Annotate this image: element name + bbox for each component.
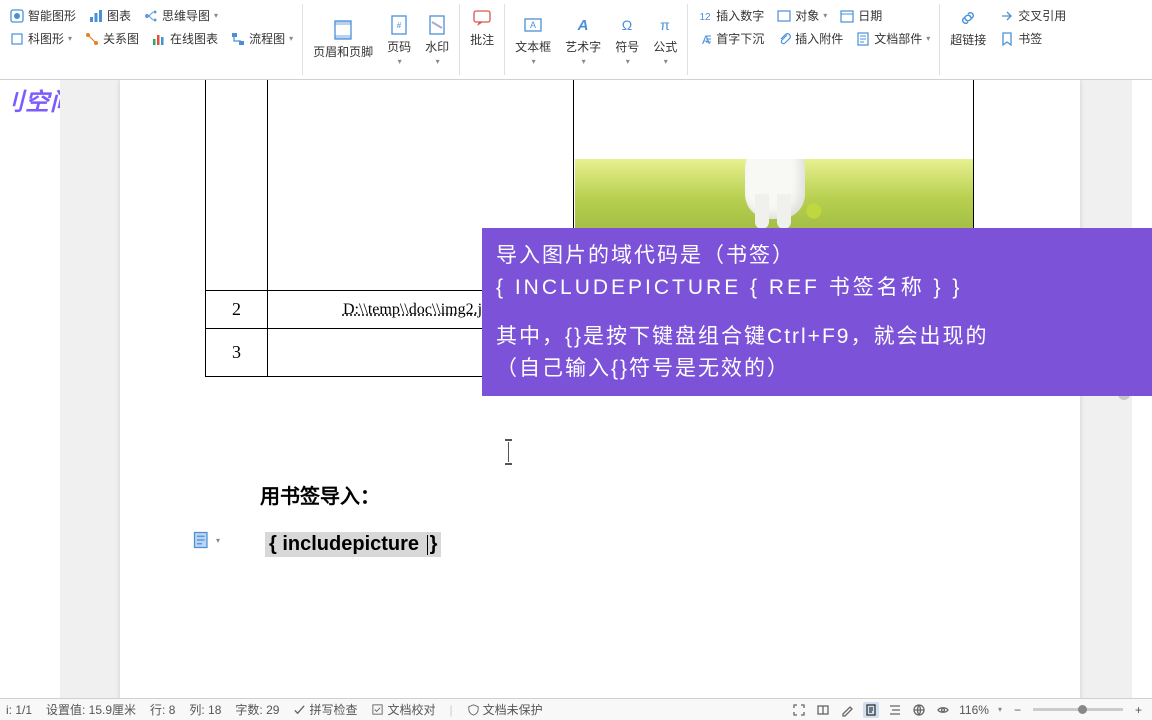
row-indicator[interactable]: 行: 8	[150, 701, 175, 718]
bookmark-button[interactable]: 书签	[994, 27, 1071, 50]
svg-text:π: π	[660, 17, 670, 33]
protect-indicator[interactable]: 文档未保护	[467, 701, 543, 718]
svg-text:A: A	[530, 20, 536, 30]
editmode-icon[interactable]	[839, 702, 855, 718]
hide-icon[interactable]	[935, 702, 951, 718]
sci-shape-button[interactable]: 科图形▾	[4, 27, 77, 50]
paragraph-icon[interactable]: ▾	[192, 530, 212, 550]
date-button[interactable]: 日期	[834, 4, 887, 27]
table-cell[interactable]: 3	[206, 329, 268, 377]
chart-button[interactable]: 图表	[83, 4, 136, 27]
col-indicator[interactable]: 列: 18	[189, 701, 221, 718]
attachment-button[interactable]: 插入附件	[771, 27, 848, 50]
online-chart-button[interactable]: 在线图表	[146, 27, 223, 50]
instruction-overlay: 导入图片的域代码是（书签） { INCLUDEPICTURE { REF 书签名…	[482, 228, 1152, 396]
svg-text:#: #	[397, 21, 402, 30]
insert-number-button[interactable]: 12插入数字	[692, 4, 769, 27]
page-number-button[interactable]: #页码▾	[381, 11, 417, 69]
crossref-button[interactable]: 交叉引用	[994, 4, 1071, 27]
spellcheck-button[interactable]: 拼写检查	[293, 701, 357, 718]
outlinemode-icon[interactable]	[887, 702, 903, 718]
svg-text:A: A	[702, 33, 710, 47]
table-cell[interactable]: 2	[206, 291, 268, 329]
heading-text[interactable]: 用书签导入：	[260, 480, 380, 509]
svg-text:A: A	[577, 17, 589, 34]
formula-button[interactable]: π公式▾	[647, 11, 683, 69]
flowchart-button[interactable]: 流程图▾	[225, 27, 298, 50]
symbol-button[interactable]: Ω符号▾	[609, 11, 645, 69]
pagemode-icon[interactable]	[863, 702, 879, 718]
mindmap-button[interactable]: 思维导图▾	[138, 4, 223, 27]
zoom-in-button[interactable]: +	[1131, 703, 1146, 717]
setvalue-indicator[interactable]: 设置值: 15.9厘米	[46, 701, 136, 718]
header-footer-button[interactable]: 页眉和页脚	[307, 16, 379, 63]
svg-text:Ω: Ω	[622, 17, 632, 33]
svg-text:12: 12	[700, 12, 712, 23]
fullscreen-icon[interactable]	[791, 702, 807, 718]
doc-parts-button[interactable]: 文档部件▾	[850, 27, 935, 50]
textbox-button[interactable]: A文本框▾	[509, 11, 557, 69]
ribbon-toolbar: 智能图形 图表 思维导图▾ 科图形▾ 关系图 在线图表 流程图▾ 页眉和页脚 #…	[0, 0, 1152, 80]
wordcount-indicator[interactable]: 字数: 29	[235, 701, 279, 718]
watermark-button[interactable]: 水印▾	[419, 11, 455, 69]
proofread-button[interactable]: 文档校对	[371, 701, 435, 718]
page-indicator[interactable]: i: 1/1	[6, 703, 32, 717]
smart-shape-button[interactable]: 智能图形	[4, 4, 81, 27]
field-code[interactable]: { includepicture }	[265, 532, 441, 557]
wordart-button[interactable]: A艺术字▾	[559, 11, 607, 69]
relation-button[interactable]: 关系图	[79, 27, 144, 50]
status-bar: i: 1/1 设置值: 15.9厘米 行: 8 列: 18 字数: 29 拼写检…	[0, 698, 1152, 720]
hyperlink-button[interactable]: 超链接	[944, 4, 992, 51]
zoom-slider[interactable]	[1033, 708, 1123, 711]
readmode-icon[interactable]	[815, 702, 831, 718]
text-cursor	[508, 442, 509, 462]
zoom-level[interactable]: 116%	[959, 703, 989, 717]
webmode-icon[interactable]	[911, 702, 927, 718]
comment-button[interactable]: 批注	[464, 4, 500, 51]
zoom-out-button[interactable]: −	[1010, 703, 1025, 717]
object-button[interactable]: 对象▾	[771, 4, 832, 27]
dropcap-button[interactable]: A首字下沉	[692, 27, 769, 50]
